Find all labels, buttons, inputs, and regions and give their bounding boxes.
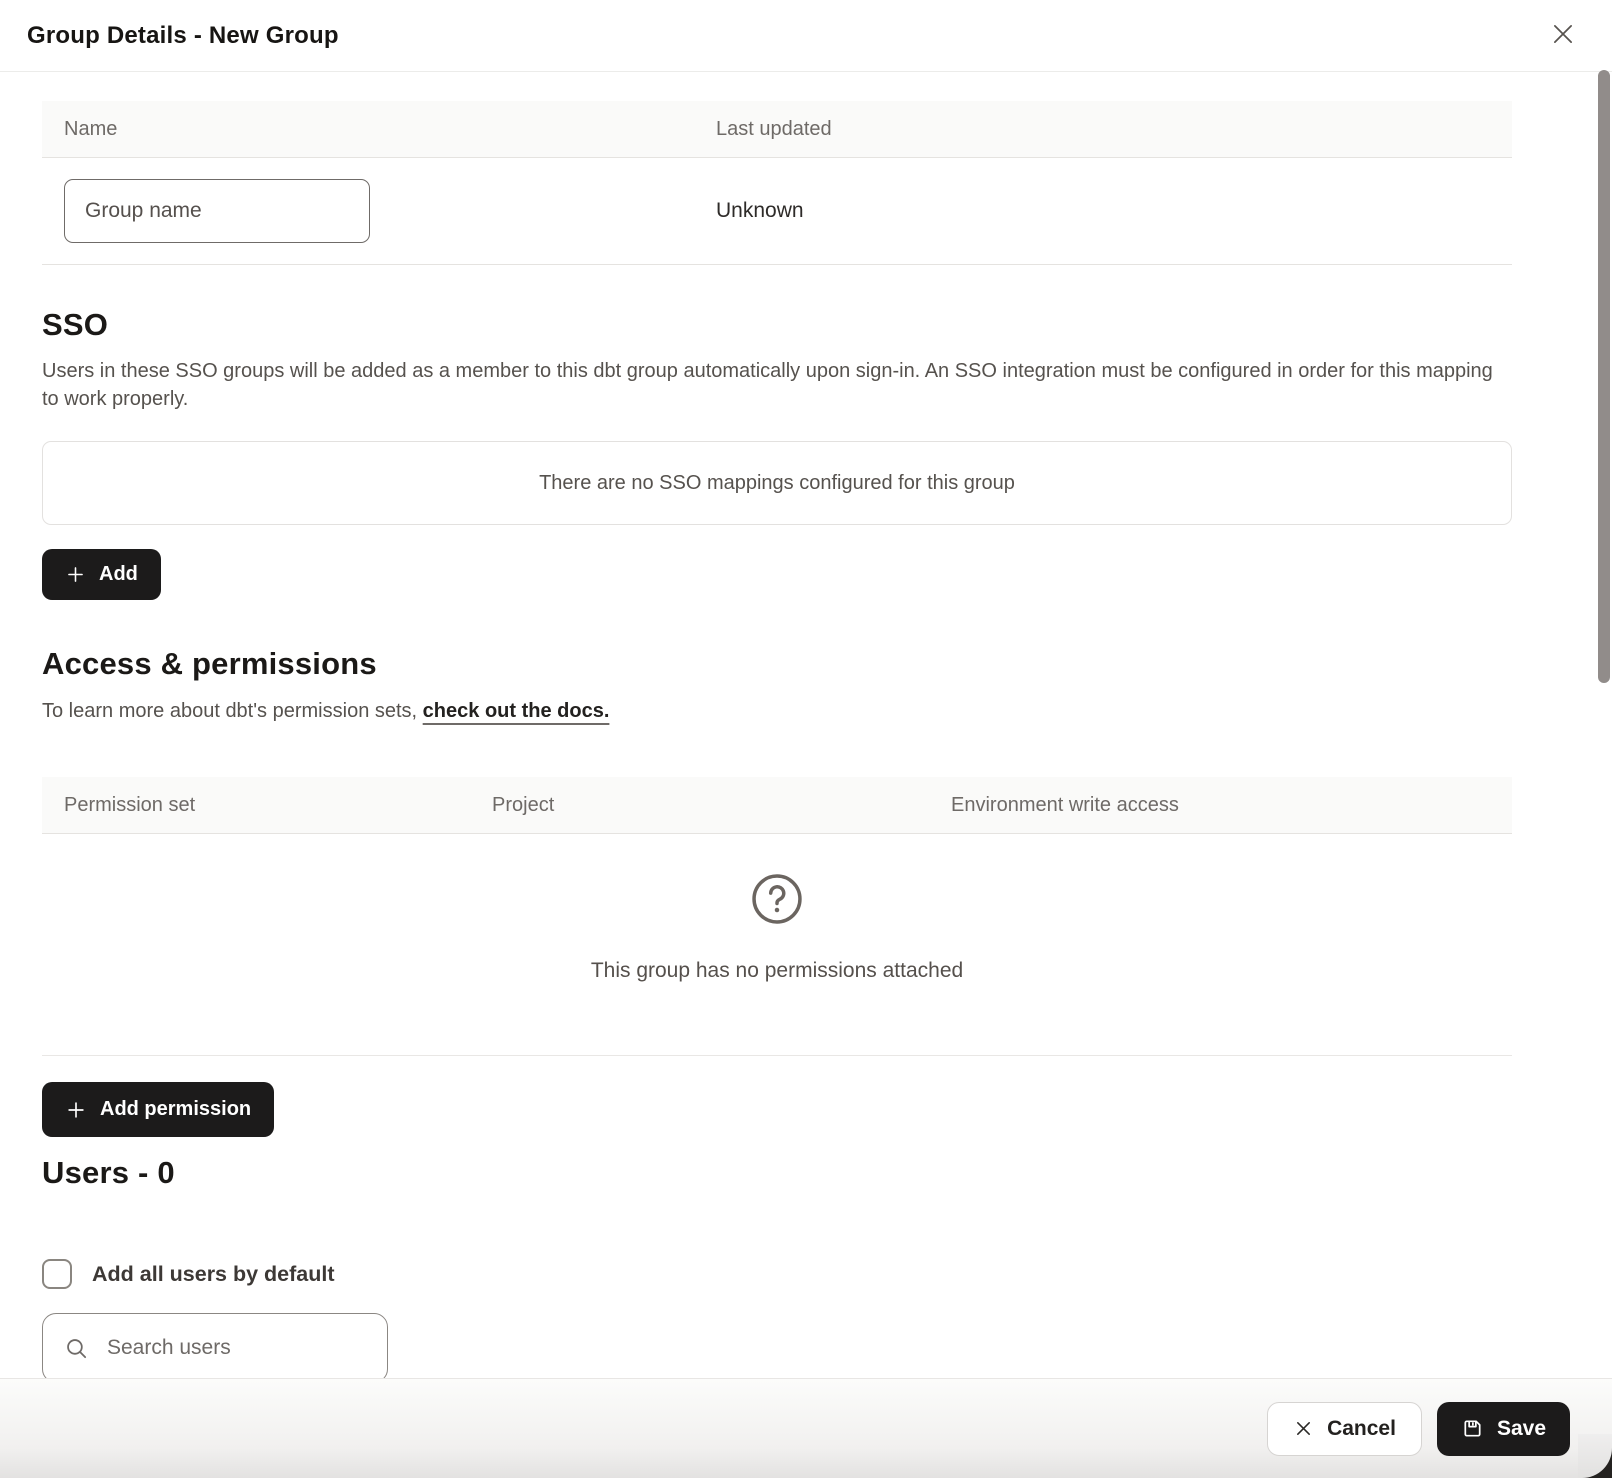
sso-section: SSO Users in these SSO groups will be ad… [42, 307, 1512, 600]
search-users-input[interactable] [42, 1313, 388, 1383]
vertical-scrollbar-thumb[interactable] [1598, 70, 1610, 683]
modal-footer: Cancel Save [0, 1378, 1612, 1478]
project-column-header: Project [470, 794, 929, 817]
question-circle-icon [750, 872, 804, 931]
last-updated-value: Unknown [694, 199, 1512, 223]
cancel-x-icon [1293, 1418, 1314, 1439]
cancel-button-label: Cancel [1327, 1417, 1396, 1441]
access-permissions-heading: Access & permissions [42, 646, 1512, 682]
last-updated-column-header: Last updated [694, 118, 1512, 141]
permissions-empty-message: This group has no permissions attached [42, 959, 1512, 983]
user-search [42, 1313, 388, 1383]
docs-line-text: To learn more about dbt's permission set… [42, 700, 423, 722]
group-name-input[interactable] [64, 179, 370, 243]
cancel-button[interactable]: Cancel [1267, 1402, 1422, 1456]
add-sso-mapping-button[interactable]: Add [42, 549, 161, 600]
section-divider [42, 1055, 1512, 1056]
permissions-empty-state: This group has no permissions attached [42, 872, 1512, 983]
add-permission-button-label: Add permission [100, 1098, 251, 1121]
docs-link[interactable]: check out the docs. [423, 700, 610, 722]
group-name-section: Name Last updated Unknown [42, 101, 1512, 265]
name-column-header: Name [42, 118, 694, 141]
permission-set-column-header: Permission set [42, 794, 470, 817]
add-all-users-checkbox[interactable] [42, 1259, 72, 1289]
close-icon [1548, 19, 1578, 52]
users-heading: Users - 0 [42, 1155, 1512, 1191]
environment-write-access-column-header: Environment write access [929, 794, 1512, 817]
name-table-header: Name Last updated [42, 101, 1512, 158]
sso-empty-state: There are no SSO mappings configured for… [42, 441, 1512, 525]
add-all-users-label: Add all users by default [92, 1262, 335, 1287]
sso-heading: SSO [42, 307, 1512, 343]
permissions-docs-line: To learn more about dbt's permission set… [42, 700, 1512, 723]
permissions-table-header: Permission set Project Environment write… [42, 777, 1512, 834]
plus-icon [65, 564, 86, 585]
modal-header: Group Details - New Group [0, 0, 1612, 72]
close-button[interactable] [1544, 15, 1582, 56]
modal-body: Name Last updated Unknown SSO Users in t… [0, 101, 1554, 1383]
save-button[interactable]: Save [1437, 1402, 1570, 1456]
plus-icon [65, 1099, 87, 1121]
group-details-modal: Group Details - New Group Name Last upda… [0, 0, 1612, 1478]
add-all-users-row: Add all users by default [42, 1259, 1512, 1289]
name-table-row: Unknown [42, 158, 1512, 265]
page-title: Group Details - New Group [27, 22, 339, 50]
save-disk-icon [1461, 1417, 1484, 1440]
sso-empty-message: There are no SSO mappings configured for… [539, 472, 1015, 495]
sso-description: Users in these SSO groups will be added … [42, 357, 1512, 413]
add-sso-button-label: Add [99, 563, 138, 586]
save-button-label: Save [1497, 1417, 1546, 1441]
add-permission-button[interactable]: Add permission [42, 1082, 274, 1137]
users-section: Users - 0 Add all users by default [42, 1155, 1512, 1383]
access-permissions-section: Access & permissions To learn more about… [42, 646, 1512, 1137]
